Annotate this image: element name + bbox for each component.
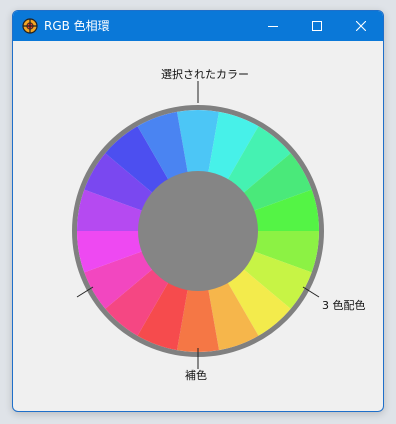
selected-color-label: 選択されたカラー xyxy=(161,68,249,81)
complement-label: 補色 xyxy=(185,369,207,382)
wheel-center xyxy=(138,171,258,291)
triad-label: 3 色配色 xyxy=(322,299,366,312)
color-wheel-window: RGB 色相環 選択されたカラー 補色 3 色配色 xyxy=(12,10,384,412)
